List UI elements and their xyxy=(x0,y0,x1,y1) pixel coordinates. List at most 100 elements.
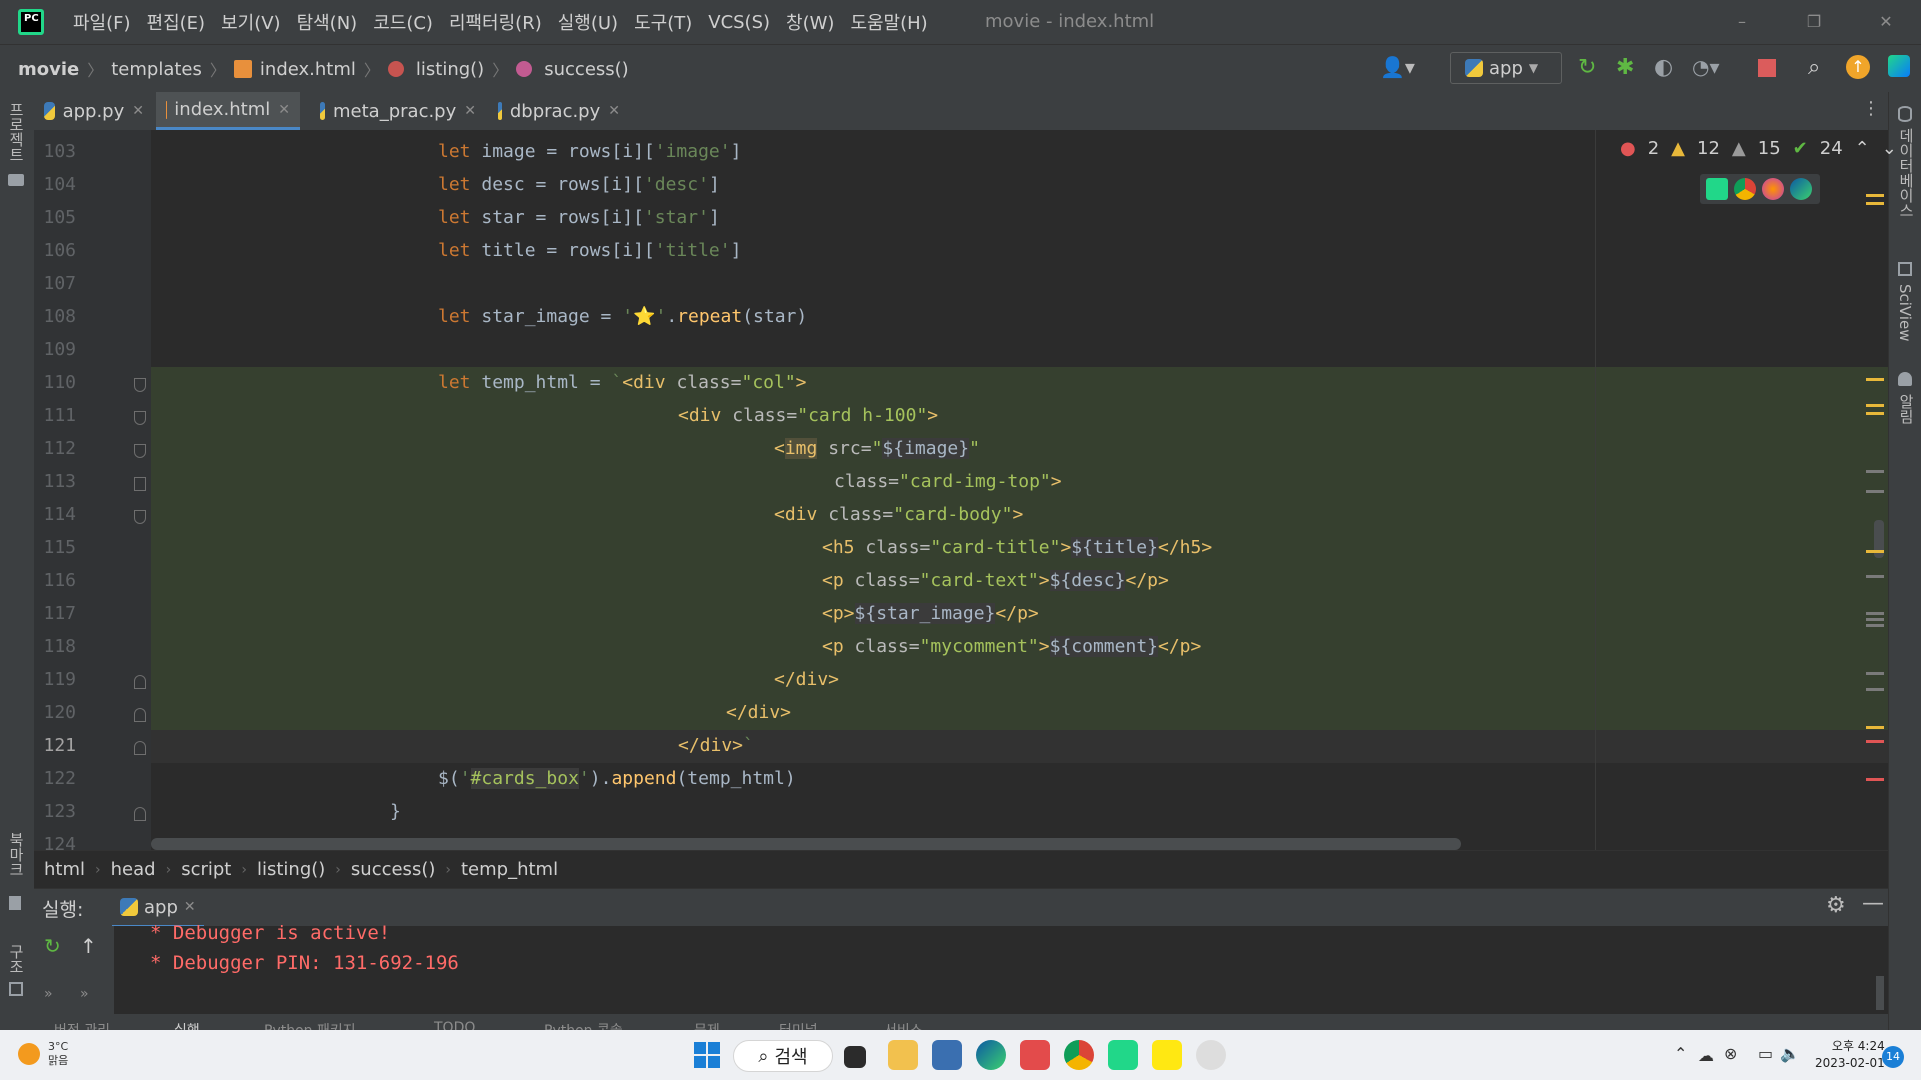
tab-meta-prac-py[interactable]: meta_prac.py ✕ xyxy=(310,92,486,130)
error-marker[interactable] xyxy=(1866,740,1884,743)
update-icon[interactable]: ↑ xyxy=(1846,55,1870,79)
tab-app-py[interactable]: app.py ✕ xyxy=(34,92,154,130)
code-crumb-script[interactable]: script xyxy=(181,859,231,880)
expand-icon[interactable]: » xyxy=(44,986,53,1002)
code-crumb-temp-html[interactable]: temp_html xyxy=(461,859,558,880)
fold-marker-icon[interactable] xyxy=(134,378,146,392)
fold-marker-icon[interactable] xyxy=(134,741,146,755)
menu-vcs[interactable]: VCS(S) xyxy=(700,12,778,33)
run-console-output[interactable]: ↻ ↑ » » * Debugger is active! * Debugger… xyxy=(34,922,1888,1014)
breadcrumb-success[interactable]: success() xyxy=(544,59,628,80)
tool-python-packages[interactable]: Python 패키지 xyxy=(264,1020,356,1030)
console-scroll-thumb[interactable] xyxy=(1876,976,1884,1010)
warning-marker[interactable] xyxy=(1866,550,1884,553)
horizontal-scrollbar[interactable] xyxy=(151,838,1461,850)
close-button[interactable]: ✕ xyxy=(1856,0,1916,44)
edge-icon[interactable] xyxy=(976,1040,1006,1070)
close-icon[interactable]: ✕ xyxy=(278,102,290,118)
edge-icon[interactable] xyxy=(1790,178,1812,200)
sciview-tool-button[interactable]: SciView xyxy=(1896,284,1914,342)
menu-run[interactable]: 실행(U) xyxy=(550,9,626,35)
tool-version-control[interactable]: 버전 관리 xyxy=(54,1020,110,1030)
restore-button[interactable]: ❐ xyxy=(1784,0,1844,44)
database-tool-button[interactable]: 데이터베이스 xyxy=(1896,128,1917,218)
menu-refactor[interactable]: 리팩터링(R) xyxy=(441,9,550,35)
taskbar-search[interactable]: ⌕ 검색 xyxy=(733,1040,833,1072)
warning-marker[interactable] xyxy=(1866,194,1884,197)
code-crumb-listing[interactable]: listing() xyxy=(257,859,325,880)
warning-marker[interactable] xyxy=(1866,726,1884,729)
warning-marker[interactable] xyxy=(1866,378,1884,381)
menu-navigate[interactable]: 탐색(N) xyxy=(289,9,366,35)
menu-window[interactable]: 창(W) xyxy=(778,9,842,35)
windows-start-icon[interactable] xyxy=(694,1042,720,1068)
rerun-icon[interactable]: ↻ xyxy=(1578,55,1604,81)
error-marker[interactable] xyxy=(1866,778,1884,781)
chrome-icon[interactable] xyxy=(1734,178,1756,200)
network-icon[interactable]: ▭ xyxy=(1758,1044,1773,1063)
close-icon[interactable]: ✕ xyxy=(608,103,620,119)
minimize-button[interactable]: – xyxy=(1712,0,1772,44)
weak-warning-marker[interactable] xyxy=(1866,672,1884,675)
weak-warning-marker[interactable] xyxy=(1866,688,1884,691)
warning-marker[interactable] xyxy=(1866,202,1884,205)
menu-file[interactable]: 파일(F) xyxy=(65,9,139,35)
rerun-icon[interactable]: ↻ xyxy=(44,934,61,958)
weak-warning-marker[interactable] xyxy=(1866,490,1884,493)
code-crumb-head[interactable]: head xyxy=(111,859,156,880)
notifications-tool-button[interactable]: 알림 xyxy=(1896,394,1917,424)
tool-python-console[interactable]: Python 콘솔 xyxy=(544,1020,623,1030)
chevron-up-icon[interactable]: ⌃ xyxy=(1674,1044,1687,1063)
bookmarks-tool-button[interactable]: 북마크 xyxy=(6,832,27,877)
debug-icon[interactable]: ✱ xyxy=(1616,55,1642,81)
user-icon[interactable]: 👤▾ xyxy=(1380,55,1420,81)
volume-icon[interactable]: 🔈 xyxy=(1780,1044,1800,1063)
tool-run[interactable]: 실행 xyxy=(174,1020,200,1030)
cloud-icon[interactable]: ☁ xyxy=(1698,1046,1714,1065)
tool-terminal[interactable]: 터미널 xyxy=(779,1020,818,1030)
weak-warning-marker[interactable] xyxy=(1866,575,1884,578)
expand-icon[interactable]: » xyxy=(80,986,89,1002)
structure-tool-button[interactable]: 구조 xyxy=(6,944,27,974)
fold-marker-icon[interactable] xyxy=(134,807,146,821)
notification-badge[interactable]: 14 xyxy=(1882,1046,1904,1068)
ide-features-icon[interactable] xyxy=(1888,55,1910,77)
tool-todo[interactable]: TODO xyxy=(434,1020,475,1030)
firefox-icon[interactable] xyxy=(1762,178,1784,200)
menu-help[interactable]: 도움말(H) xyxy=(842,9,935,35)
run-config-selector[interactable]: app ▼ xyxy=(1450,52,1562,84)
breadcrumb-file[interactable]: index.html xyxy=(260,59,356,80)
coverage-icon[interactable]: ◐ xyxy=(1654,55,1680,81)
stop-icon[interactable] xyxy=(1758,59,1776,77)
breadcrumb-listing[interactable]: listing() xyxy=(416,59,484,80)
system-clock[interactable]: 오후 4:24 2023-02-01 xyxy=(1815,1038,1885,1072)
pycharm-taskbar-icon[interactable] xyxy=(1108,1040,1138,1070)
weak-warning-marker[interactable] xyxy=(1866,624,1884,627)
fold-marker-icon[interactable] xyxy=(134,708,146,722)
code-crumb-success[interactable]: success() xyxy=(351,859,435,880)
tool-services[interactable]: 서비스 xyxy=(884,1020,923,1030)
breadcrumb-templates[interactable]: templates xyxy=(111,59,202,80)
weak-warning-marker[interactable] xyxy=(1866,612,1884,615)
warning-marker[interactable] xyxy=(1866,404,1884,407)
inspection-widget[interactable]: ● 2 ▲ 12 ▲ 15 ✔ 24 ⌃ ⌄ xyxy=(1620,138,1897,159)
breadcrumb-project[interactable]: movie xyxy=(18,59,79,80)
close-icon[interactable]: ✕ xyxy=(184,899,196,915)
menu-edit[interactable]: 편집(E) xyxy=(139,9,214,35)
code-crumb-html[interactable]: html xyxy=(44,859,85,880)
close-icon[interactable]: ✕ xyxy=(132,103,144,119)
weather-widget[interactable]: 3°C 맑음 xyxy=(18,1040,68,1068)
tool-problems[interactable]: 문제 xyxy=(694,1020,720,1030)
tab-dbprac-py[interactable]: dbprac.py ✕ xyxy=(488,92,630,130)
chevron-up-icon[interactable]: ⌃ xyxy=(1855,138,1870,159)
file-explorer-icon[interactable] xyxy=(888,1040,918,1070)
app-icon[interactable] xyxy=(1196,1040,1226,1070)
warning-marker[interactable] xyxy=(1866,412,1884,415)
x-circle-icon[interactable]: ⊗ xyxy=(1724,1044,1737,1063)
minimize-panel-icon[interactable]: — xyxy=(1862,891,1884,916)
fold-marker-icon[interactable] xyxy=(134,510,146,524)
menu-code[interactable]: 코드(C) xyxy=(365,9,441,35)
menu-tools[interactable]: 도구(T) xyxy=(626,9,700,35)
weak-warning-marker[interactable] xyxy=(1866,470,1884,473)
kakaotalk-icon[interactable] xyxy=(1152,1040,1182,1070)
